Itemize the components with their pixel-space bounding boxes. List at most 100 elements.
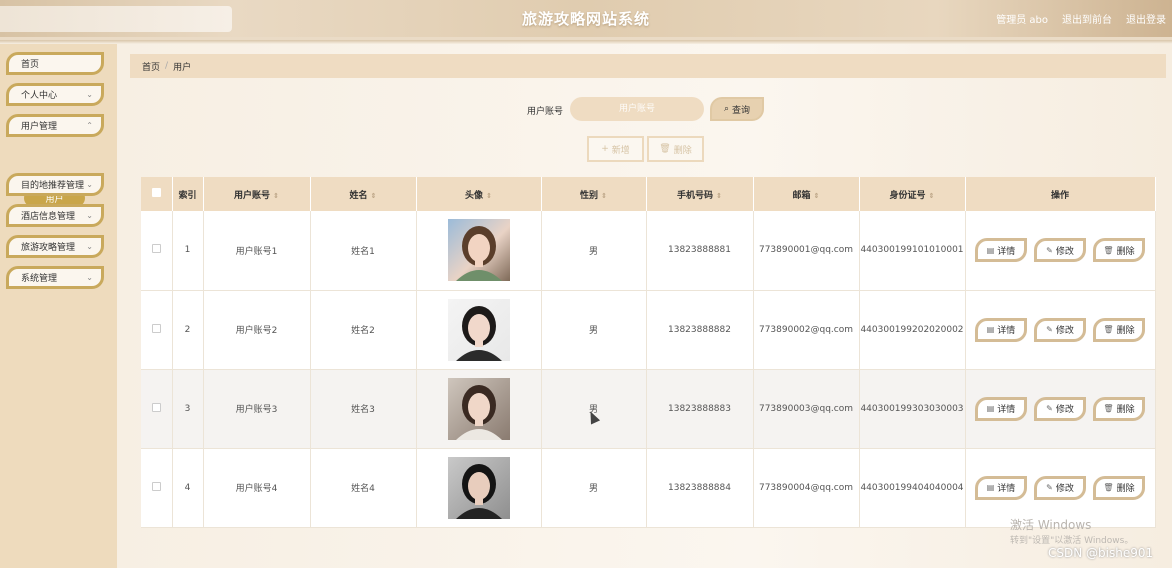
phone-cell: 13823888884 [646,448,754,528]
index-cell: 1 [172,211,204,291]
logout-link[interactable]: 退出登录 [1126,11,1166,26]
id-number-cell: 440300199404040004 [859,448,966,528]
chevron-down-icon: ⌄ [86,273,93,282]
edit-button[interactable]: ✎ 修改 [1034,317,1086,342]
sidebar-item-user-management[interactable]: 用户管理 ⌃ [6,114,104,137]
chevron-down-icon: ⌄ [86,90,93,99]
sidebar-item-guide-management[interactable]: 旅游攻略管理 ⌄ [6,235,104,258]
delete-button[interactable]: 🗑 删除 [1093,317,1145,342]
row-checkbox[interactable] [151,481,161,491]
csdn-watermark: CSDN @bishe901 [1048,546,1154,560]
phone-cell: 13823888883 [646,369,754,449]
avatar[interactable] [447,219,510,282]
avatar-cell [416,290,542,370]
chevron-down-icon: ⌄ [86,180,93,189]
header-links: 管理员 abo 退出到前台 退出登录 [996,11,1166,26]
batch-delete-button[interactable]: 🗑 删除 [647,136,704,162]
account-cell: 用户账号4 [203,448,311,528]
trash-icon: 🗑 [659,144,671,154]
back-to-frontend-link[interactable]: 退出到前台 [1062,11,1112,26]
column-header[interactable]: 性别 ⇕ [541,177,647,211]
sort-icon[interactable]: ⇕ [486,192,492,200]
add-button[interactable]: + 新增 [587,136,644,162]
column-header[interactable]: 姓名 ⇕ [310,177,417,211]
phone-cell: 13823888881 [646,211,754,291]
table-row: 3 用户账号3 姓名3 男 13823888883 773890003@qq.c… [141,369,1156,449]
row-actions: ▤ 详情 ✎ 修改 🗑 删除 [966,238,1155,263]
sort-icon[interactable]: ⇕ [371,192,377,200]
sort-icon[interactable]: ⇕ [273,192,279,200]
column-header[interactable]: 身份证号 ⇕ [859,177,966,211]
pencil-icon: ✎ [1046,483,1053,492]
avatar[interactable] [447,456,510,519]
name-cell: 姓名2 [310,290,417,370]
name-cell: 姓名1 [310,211,417,291]
sidebar-item-label: 用户管理 [21,122,58,132]
sidebar-item-personal-center[interactable]: 个人中心 ⌄ [6,83,104,106]
pencil-icon: ✎ [1046,325,1053,334]
sidebar-item-hotel-management[interactable]: 酒店信息管理 ⌄ [6,204,104,227]
id-number-cell: 440300199202020002 [859,290,966,370]
delete-button[interactable]: 🗑 删除 [1093,475,1145,500]
sort-icon[interactable]: ⇕ [601,192,607,200]
operations-cell: ▤ 详情 ✎ 修改 🗑 删除 [965,290,1156,370]
detail-button[interactable]: ▤ 详情 [975,238,1027,263]
sidebar: 首页 个人中心 ⌄ 用户管理 ⌃ 用户 目的地推荐管理 ⌄ 酒店信息管理 ⌄ 旅… [0,44,117,568]
edit-button[interactable]: ✎ 修改 [1034,475,1086,500]
detail-button[interactable]: ▤ 详情 [975,396,1027,421]
sort-icon[interactable]: ⇕ [814,192,820,200]
column-header[interactable]: 头像 ⇕ [416,177,542,211]
id-number-cell: 440300199101010001 [859,211,966,291]
name-cell: 姓名3 [310,369,417,449]
sort-icon[interactable]: ⇕ [929,192,935,200]
breadcrumb-home[interactable]: 首页 [142,60,160,73]
row-checkbox[interactable] [151,402,161,412]
column-header[interactable]: 用户账号 ⇕ [203,177,311,211]
chevron-up-icon: ⌃ [86,121,93,130]
document-icon: ▤ [986,483,995,492]
sidebar-item-label: 酒店信息管理 [21,212,76,222]
index-cell: 3 [172,369,204,449]
sidebar-item-label: 旅游攻略管理 [21,243,76,253]
name-cell: 姓名4 [310,448,417,528]
row-checkbox[interactable] [151,244,161,254]
sort-icon[interactable]: ⇕ [716,192,722,200]
sidebar-item-home[interactable]: 首页 [6,52,104,75]
select-all-checkbox[interactable] [151,188,161,197]
search-button[interactable]: ⌕ 查询 [710,97,764,121]
search-label: 用户账号 [527,107,564,117]
user-table-wrapper: 索引 用户账号 ⇕ 姓名 ⇕ 头像 ⇕ 性别 ⇕ 手机号码 ⇕ 邮箱 ⇕ 身份证号 ⇕ 操作 … [141,177,1156,528]
search-button-label: 查询 [732,105,751,116]
edit-button[interactable]: ✎ 修改 [1034,396,1086,421]
table-row: 4 用户账号4 姓名4 男 13823888884 773890004@qq.c… [141,448,1156,528]
sidebar-item-destination-management[interactable]: 目的地推荐管理 ⌄ [6,173,104,196]
sidebar-item-label: 个人中心 [21,91,58,101]
row-actions: ▤ 详情 ✎ 修改 🗑 删除 [966,475,1155,500]
row-checkbox[interactable] [151,323,161,333]
top-header: 旅游攻略网站系统 管理员 abo 退出到前台 退出登录 [0,0,1172,40]
plus-icon: + [601,144,609,154]
trash-icon: 🗑 [1103,404,1114,413]
avatar[interactable] [447,377,510,440]
edit-button[interactable]: ✎ 修改 [1034,238,1086,263]
breadcrumb-current: 用户 [173,62,192,73]
avatar-cell [416,448,542,528]
detail-button[interactable]: ▤ 详情 [975,317,1027,342]
detail-button[interactable]: ▤ 详情 [975,475,1027,500]
search-input[interactable] [570,97,704,121]
windows-activation-watermark: 激活 Windows [1010,518,1092,532]
operations-cell: ▤ 详情 ✎ 修改 🗑 删除 [965,211,1156,291]
sidebar-item-label: 系统管理 [21,274,58,284]
admin-user-link[interactable]: 管理员 abo [996,11,1048,26]
column-header[interactable]: 手机号码 ⇕ [646,177,754,211]
document-icon: ▤ [986,404,995,413]
column-header[interactable]: 邮箱 ⇕ [753,177,860,211]
sidebar-item-system-management[interactable]: 系统管理 ⌄ [6,266,104,289]
search-icon: ⌕ [723,104,730,114]
breadcrumb-separator: / [165,61,169,71]
breadcrumb: 首页 / 用户 [130,54,1166,78]
email-cell: 773890001@qq.com [753,211,860,291]
delete-button[interactable]: 🗑 删除 [1093,396,1145,421]
delete-button[interactable]: 🗑 删除 [1093,238,1145,263]
avatar[interactable] [447,298,510,361]
